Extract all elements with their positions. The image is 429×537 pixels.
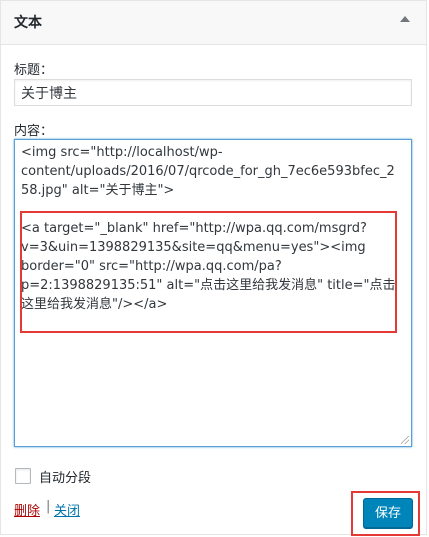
- close-link[interactable]: 关闭: [54, 500, 80, 519]
- autop-label: 自动分段: [39, 471, 92, 486]
- content-line: <img src="http://localhost/wp-: [21, 145, 223, 160]
- content-line: p=2:1398829135:51" alt="点击这里给我发消息" title…: [21, 278, 396, 293]
- text-widget: 文本 标题： 内容： <img src="http://localhost/wp…: [0, 0, 427, 536]
- title-input[interactable]: [14, 79, 412, 106]
- content-blank-line: [21, 200, 405, 219]
- content-line: <a target="_blank" href="http://wpa.qq.c…: [21, 221, 367, 236]
- content-label: 内容：: [14, 124, 54, 139]
- content-line: 这里给我发消息"/></a>: [21, 297, 168, 312]
- content-line: v=3&uin=1398829135&site=qq&menu=yes"><im…: [21, 240, 366, 255]
- content-line: border="0" src="http://wpa.qq.com/pa?: [21, 259, 282, 274]
- content-textarea[interactable]: <img src="http://localhost/wp- content/u…: [14, 139, 412, 447]
- content-line: content/uploads/2016/07/qrcode_for_gh_7e…: [21, 164, 395, 179]
- autop-checkbox[interactable]: [15, 468, 31, 484]
- widget-title: 文本: [14, 15, 42, 31]
- save-button[interactable]: 保存: [363, 498, 413, 528]
- collapse-arrow-icon[interactable]: [400, 16, 410, 22]
- content-line: 58.jpg" alt="关于博主">: [21, 183, 175, 198]
- delete-link[interactable]: 删除: [14, 500, 40, 519]
- title-label: 标题：: [14, 63, 54, 78]
- resize-grip-icon[interactable]: [401, 436, 409, 444]
- widget-header[interactable]: 文本: [1, 1, 426, 45]
- link-separator: |: [46, 499, 51, 514]
